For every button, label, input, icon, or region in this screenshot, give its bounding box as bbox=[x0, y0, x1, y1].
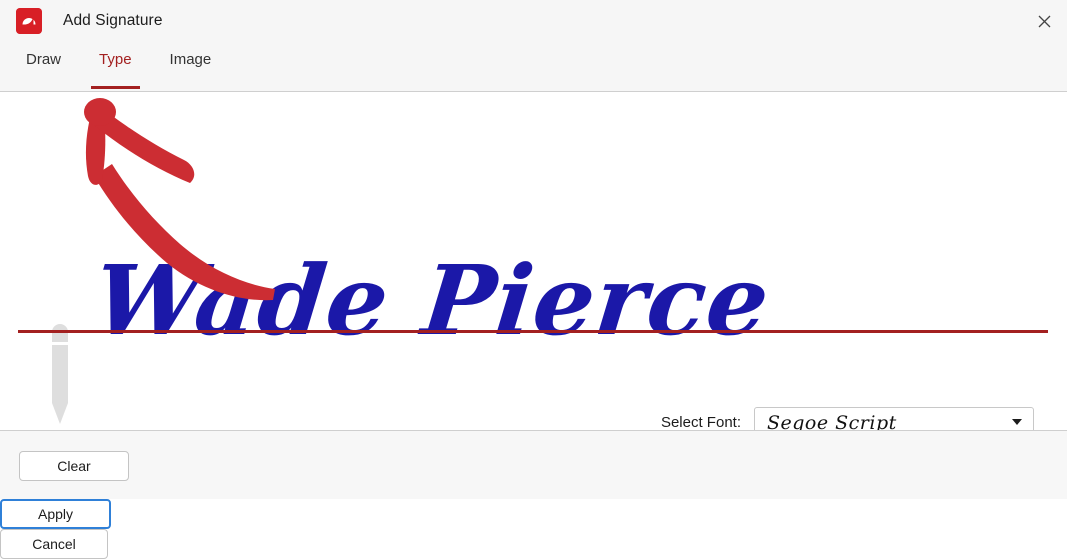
signature-canvas[interactable]: Wade Pierce Select Font: Segoe Script bbox=[0, 92, 1067, 430]
chevron-down-icon bbox=[1012, 419, 1022, 425]
signature-baseline bbox=[18, 330, 1048, 333]
font-selector-row: Select Font: Segoe Script bbox=[661, 407, 1034, 430]
tab-image[interactable]: Image bbox=[162, 42, 220, 69]
font-select-value: Segoe Script bbox=[767, 412, 897, 430]
signature-preview-text: Wade Pierce bbox=[89, 244, 776, 357]
add-signature-dialog: Add Signature Draw Type Image Wade Pierc… bbox=[0, 0, 1067, 559]
tab-type[interactable]: Type bbox=[91, 42, 140, 89]
tab-bar: Draw Type Image bbox=[0, 42, 1067, 92]
page-title: Add Signature bbox=[63, 12, 163, 29]
apply-button[interactable]: Apply bbox=[0, 499, 111, 529]
footer-bar: Clear bbox=[0, 430, 1067, 499]
title-bar: Add Signature bbox=[0, 0, 1067, 42]
close-icon[interactable] bbox=[1021, 0, 1067, 42]
clear-button[interactable]: Clear bbox=[19, 451, 129, 481]
tab-draw[interactable]: Draw bbox=[18, 42, 69, 69]
pencil-icon bbox=[48, 320, 72, 428]
font-select-dropdown[interactable]: Segoe Script bbox=[754, 407, 1034, 430]
signature-app-icon bbox=[16, 8, 42, 34]
select-font-label: Select Font: bbox=[660, 413, 741, 431]
cancel-button[interactable]: Cancel bbox=[0, 529, 108, 559]
